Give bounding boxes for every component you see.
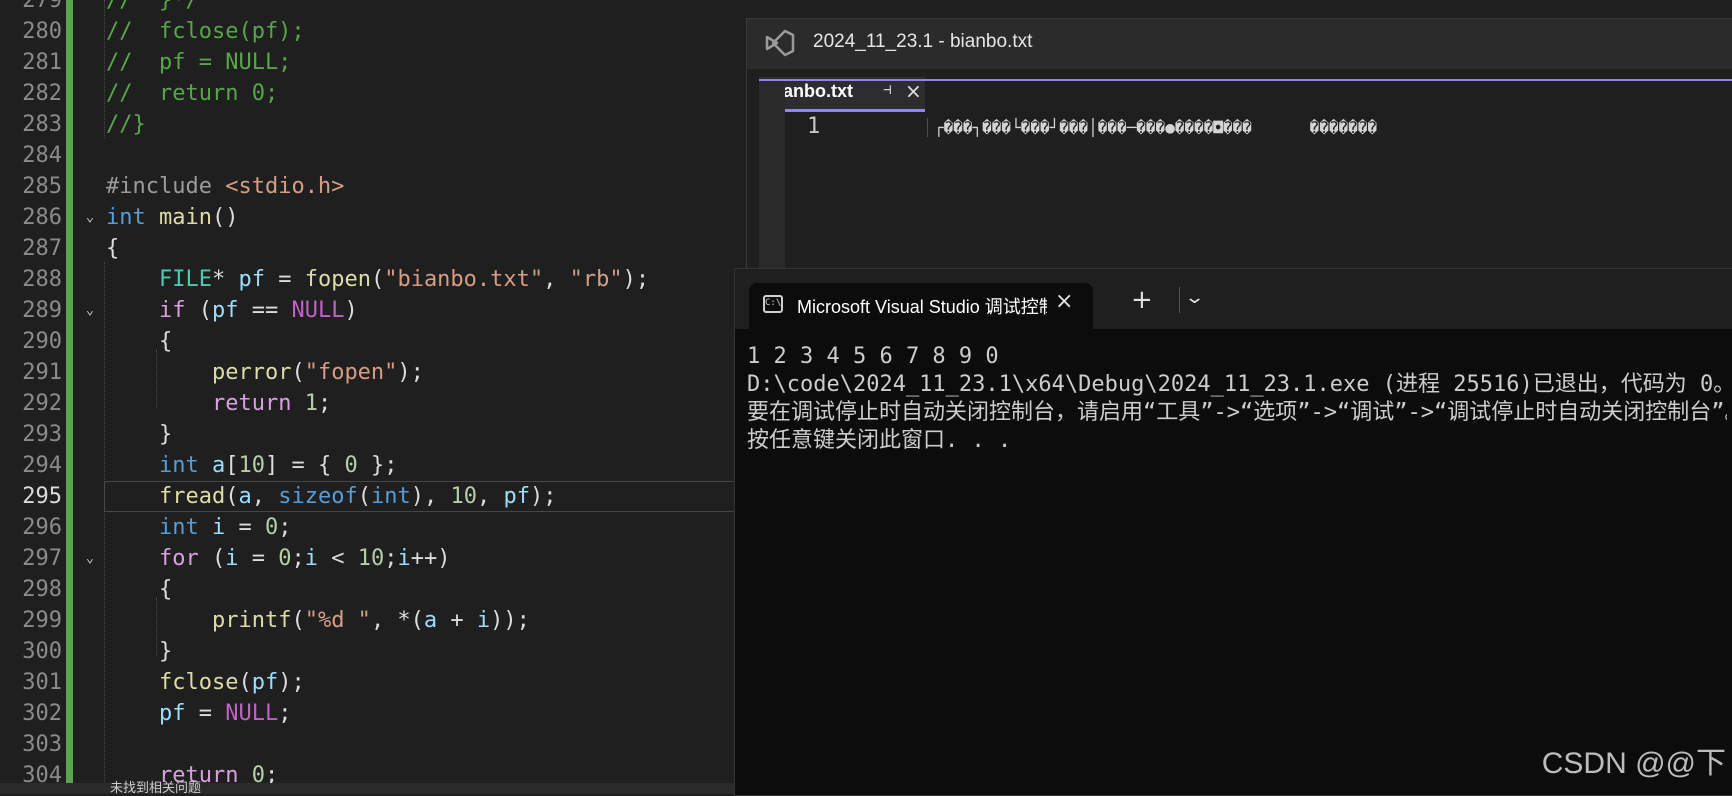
line-number: 295 xyxy=(22,484,62,509)
console-output-line: 要在调试停止时自动关闭控制台，请启用“工具”->“选项”->“调试”->“调试停… xyxy=(747,400,1727,425)
line-number: 290 xyxy=(22,329,62,354)
code-line: if (pf == NULL) xyxy=(158,298,358,323)
console-output: 1 2 3 4 5 6 7 8 9 0 D:\code\2024_11_23.1… xyxy=(747,343,1727,455)
code-line: } xyxy=(158,422,173,447)
console-output-line: 按任意键关闭此窗口. . . xyxy=(747,428,1012,453)
code-line: // fclose(pf); xyxy=(106,19,305,44)
chevron-down-icon[interactable]: ⌄ xyxy=(1184,287,1205,308)
line-number: 302 xyxy=(22,701,62,726)
status-text: 未找到相关问题 xyxy=(110,780,202,795)
code-line: // pf = NULL; xyxy=(106,50,292,75)
csdn-watermark: CSDN @@下 xyxy=(1541,747,1726,780)
line-number: 288 xyxy=(22,267,62,292)
code-line: perror("fopen"); xyxy=(211,360,424,385)
notepad-file-content[interactable]: ┌���┐���└���┘���│���─���●����◘��� ������… xyxy=(927,118,1377,137)
line-number: 298 xyxy=(22,577,62,602)
line-number: 297 xyxy=(22,546,62,571)
close-icon[interactable]: × xyxy=(905,79,922,103)
notepad-window[interactable]: 2024_11_23.1 - bianbo.txt bianbo.txt ⊣ ×… xyxy=(746,18,1732,282)
code-line: int i = 0; xyxy=(158,515,292,540)
console-output-line: 1 2 3 4 5 6 7 8 9 0 xyxy=(747,344,999,369)
line-number: 287 xyxy=(22,236,62,261)
code-line: #include <stdio.h> xyxy=(106,174,345,199)
code-line: // }*/ xyxy=(106,0,199,13)
code-line: pf = NULL; xyxy=(158,701,292,726)
line-number: 293 xyxy=(22,422,62,447)
code-line: return 1; xyxy=(211,391,332,416)
line-number: 292 xyxy=(22,391,62,416)
code-line: { xyxy=(158,329,173,354)
visual-studio-logo-icon xyxy=(765,29,795,57)
console-output-line: D:\code\2024_11_23.1\x64\Debug\2024_11_2… xyxy=(747,372,1727,397)
line-number: 286 xyxy=(22,205,62,230)
code-line: fclose(pf); xyxy=(158,670,305,695)
line-number-gutter: 279 280 281 282 283 284 285 286 287 288 289 290 291 2… xyxy=(0,0,62,794)
line-number: 301 xyxy=(22,670,62,695)
code-line: for (i = 0;i < 10;i++) xyxy=(158,546,451,571)
notepad-margin xyxy=(759,81,785,281)
code-line: int main() xyxy=(106,205,239,230)
line-number: 296 xyxy=(22,515,62,540)
tab-separator xyxy=(1179,287,1180,313)
indent-guide xyxy=(104,262,105,792)
line-number: 299 xyxy=(22,608,62,633)
fold-chevron-icon[interactable]: ⌄ xyxy=(82,202,98,233)
code-line: //} xyxy=(106,112,146,137)
code-line: { xyxy=(158,577,173,602)
code-line: int a[10] = { 0 }; xyxy=(158,453,398,478)
console-tab-label: Microsoft Visual Studio 调试控制台 xyxy=(797,297,1047,317)
notepad-title: 2024_11_23.1 - bianbo.txt xyxy=(813,31,1033,52)
code-area[interactable]: // }*/ // fclose(pf); // pf = NULL; // r… xyxy=(82,0,742,794)
fold-chevron-icon[interactable]: ⌄ xyxy=(82,295,98,326)
line-number: 285 xyxy=(22,174,62,199)
debug-console-window[interactable]: C:\ Microsoft Visual Studio 调试控制台 × + ⌄ … xyxy=(734,268,1732,796)
code-line-current: fread(a, sizeof(int), 10, pf); xyxy=(158,484,557,509)
line-number: 280 xyxy=(22,19,62,44)
line-number: 284 xyxy=(22,143,62,168)
pin-icon[interactable]: ⊣ xyxy=(883,82,891,98)
fold-chevron-icon[interactable]: ⌄ xyxy=(82,543,98,574)
console-icon: C:\ xyxy=(763,295,783,313)
line-number: 279 xyxy=(22,0,62,13)
console-tab-bar: C:\ Microsoft Visual Studio 调试控制台 × + ⌄ xyxy=(735,269,1732,329)
line-number: 283 xyxy=(22,112,62,137)
new-tab-plus-icon[interactable]: + xyxy=(1131,287,1153,313)
line-number: 281 xyxy=(22,50,62,75)
code-line: } xyxy=(158,639,173,664)
line-number: 294 xyxy=(22,453,62,478)
tab-debug-console[interactable]: C:\ Microsoft Visual Studio 调试控制台 × xyxy=(749,283,1093,329)
close-icon[interactable]: × xyxy=(1055,289,1073,314)
line-number: 289 xyxy=(22,298,62,323)
editor-status-bar: 未找到相关问题 xyxy=(0,780,740,795)
tab-accent-line xyxy=(759,79,1732,81)
code-line: FILE* pf = fopen("bianbo.txt", "rb"); xyxy=(158,267,650,292)
code-line: // return 0; xyxy=(106,81,279,106)
notepad-titlebar[interactable]: 2024_11_23.1 - bianbo.txt xyxy=(747,19,1732,69)
notepad-line-number: 1 xyxy=(807,114,821,139)
indent-guide xyxy=(104,0,105,138)
change-indicator-bar xyxy=(66,0,73,785)
line-number: 291 xyxy=(22,360,62,385)
line-number: 282 xyxy=(22,81,62,106)
code-line: { xyxy=(106,236,120,261)
code-line: printf("%d ", *(a + i)); xyxy=(211,608,530,633)
line-number: 300 xyxy=(22,639,62,664)
line-number: 303 xyxy=(22,732,62,757)
